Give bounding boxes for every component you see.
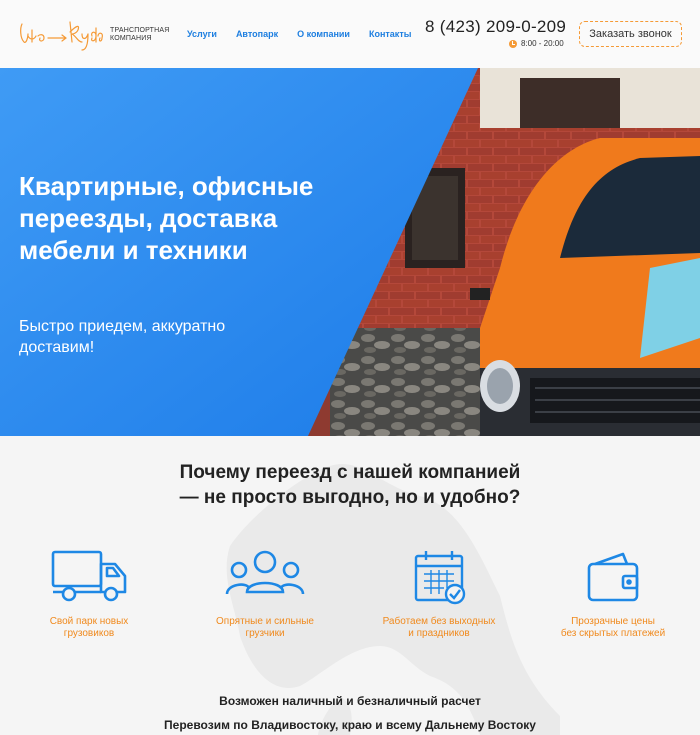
nav-item-about[interactable]: О компании [297, 29, 350, 39]
phone-number[interactable]: 8 (423) 209-0-209 [425, 17, 566, 37]
hero-title: Квартирные, офисные переезды, доставка м… [19, 171, 314, 265]
feature-truck: Свой парк новых грузовиков [19, 548, 159, 640]
feature-team-line2: грузчики [245, 628, 285, 639]
logo-subtitle-line1: ТРАНСПОРТНАЯ [110, 27, 170, 34]
feature-wallet-line1: Прозрачные цены [571, 616, 655, 627]
wallet-icon [587, 552, 639, 602]
team-icon [225, 550, 305, 595]
coverage-info: Перевозим по Владивостоку, краю и всему … [164, 718, 536, 732]
nav-item-fleet[interactable]: Автопарк [236, 29, 278, 39]
site-header: ТРАНСПОРТНАЯ КОМПАНИЯ Услуги Автопарк О … [0, 0, 700, 68]
feature-calendar-line2: и праздников [408, 628, 470, 639]
truck-icon [51, 550, 127, 602]
benefits-section: Почему переезд с нашей компанией — не пр… [0, 436, 700, 735]
feature-truck-line1: Свой парк новых [49, 616, 129, 627]
feature-wallet: Прозрачные цены без скрытых платежей [543, 548, 683, 640]
company-logo[interactable] [18, 16, 104, 54]
benefits-title-line2: — не просто выгодно, но и удобно? [179, 487, 521, 508]
hours-text: 8:00 - 20:00 [521, 39, 564, 48]
feature-calendar-label: Работаем без выходных и праздников [369, 616, 509, 640]
benefits-title-line1: Почему переезд с нашей компанией [179, 462, 521, 483]
clock-icon [509, 39, 517, 48]
feature-calendar-line1: Работаем без выходных [382, 616, 496, 627]
logo-subtitle: ТРАНСПОРТНАЯ КОМПАНИЯ [110, 27, 170, 43]
feature-truck-line2: грузовиков [63, 628, 115, 639]
feature-truck-label: Свой парк новых грузовиков [19, 616, 159, 640]
main-nav: Услуги Автопарк О компании Контакты [187, 29, 430, 39]
hero-banner: Квартирные, офисные переезды, доставка м… [0, 68, 700, 436]
logo-subtitle-line2: КОМПАНИЯ [110, 35, 152, 42]
order-call-button[interactable]: Заказать звонок [579, 21, 682, 47]
working-hours: 8:00 - 20:00 [509, 39, 564, 48]
feature-team-label: Опрятные и сильные грузчики [195, 616, 335, 640]
hero-subtitle: Быстро приедем, аккуратно доставим! [19, 318, 226, 356]
feature-calendar: Работаем без выходных и праздников [369, 548, 509, 640]
benefits-title: Почему переезд с нашей компанией — не пр… [0, 460, 700, 510]
nav-item-services[interactable]: Услуги [187, 29, 217, 39]
nav-item-contacts[interactable]: Контакты [369, 29, 411, 39]
feature-team: Опрятные и сильные грузчики [195, 548, 335, 640]
feature-wallet-line2: без скрытых платежей [560, 628, 666, 639]
feature-team-line1: Опрятные и сильные [216, 616, 314, 627]
feature-wallet-label: Прозрачные цены без скрытых платежей [543, 616, 683, 640]
payment-info: Возможен наличный и безналичный расчет [219, 694, 481, 708]
calendar-icon [414, 551, 466, 605]
